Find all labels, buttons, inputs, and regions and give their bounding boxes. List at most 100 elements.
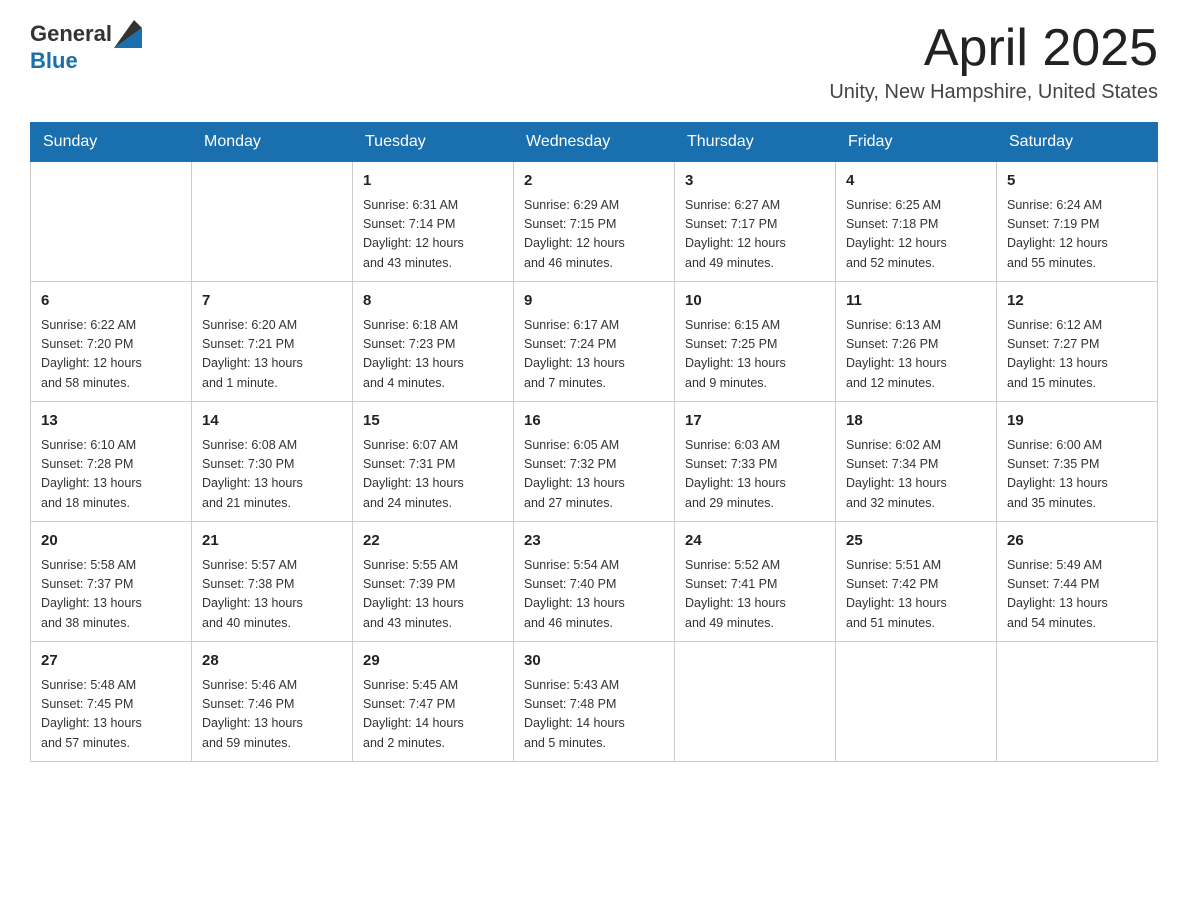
calendar-cell: 1 Sunrise: 6:31 AM Sunset: 7:14 PM Daylig… — [353, 162, 514, 282]
day-info: Sunrise: 5:51 AM Sunset: 7:42 PM Dayligh… — [846, 556, 986, 634]
calendar-cell: 8 Sunrise: 6:18 AM Sunset: 7:23 PM Daylig… — [353, 282, 514, 402]
day-info: Sunrise: 6:03 AM Sunset: 7:33 PM Dayligh… — [685, 436, 825, 514]
calendar-cell: 12 Sunrise: 6:12 AM Sunset: 7:27 PM Dayli… — [997, 282, 1158, 402]
calendar-cell: 24Sunrise: 5:52 AM Sunset: 7:41 PM Dayli… — [675, 522, 836, 642]
calendar-cell: 25 Sunrise: 5:51 AM Sunset: 7:42 PM Dayli… — [836, 522, 997, 642]
day-info: Sunrise: 5:49 AM Sunset: 7:44 PM Dayligh… — [1007, 556, 1147, 634]
calendar-cell: 19Sunrise: 6:00 AM Sunset: 7:35 PM Dayli… — [997, 402, 1158, 522]
calendar-cell — [31, 162, 192, 282]
day-info: Sunrise: 5:43 AM Sunset: 7:48 PM Dayligh… — [524, 676, 664, 754]
day-number: 23 — [524, 530, 664, 553]
day-info: Sunrise: 6:13 AM Sunset: 7:26 PM Dayligh… — [846, 316, 986, 394]
calendar-cell: 28 Sunrise: 5:46 AM Sunset: 7:46 PM Dayli… — [192, 642, 353, 762]
calendar-week-row: 13 Sunrise: 6:10 AM Sunset: 7:28 PM Dayli… — [31, 402, 1158, 522]
day-of-week-header: Saturday — [997, 123, 1158, 162]
day-of-week-header: Thursday — [675, 123, 836, 162]
month-year-title: April 2025 — [829, 20, 1158, 77]
day-info: Sunrise: 5:55 AM Sunset: 7:39 PM Dayligh… — [363, 556, 503, 634]
calendar-week-row: 6 Sunrise: 6:22 AM Sunset: 7:20 PM Daylig… — [31, 282, 1158, 402]
day-of-week-header: Monday — [192, 123, 353, 162]
calendar-cell: 3 Sunrise: 6:27 AM Sunset: 7:17 PM Daylig… — [675, 162, 836, 282]
day-number: 28 — [202, 650, 342, 673]
day-number: 9 — [524, 290, 664, 313]
calendar-week-row: 27 Sunrise: 5:48 AM Sunset: 7:45 PM Dayli… — [31, 642, 1158, 762]
day-number: 10 — [685, 290, 825, 313]
day-info: Sunrise: 5:57 AM Sunset: 7:38 PM Dayligh… — [202, 556, 342, 634]
page-header: General Blue April 2025 Unity, New Hamps… — [30, 20, 1158, 104]
calendar-cell — [192, 162, 353, 282]
logo-icon — [114, 20, 142, 48]
day-number: 30 — [524, 650, 664, 673]
calendar-cell: 15 Sunrise: 6:07 AM Sunset: 7:31 PM Dayli… — [353, 402, 514, 522]
day-number: 8 — [363, 290, 503, 313]
day-of-week-header: Sunday — [31, 123, 192, 162]
calendar-cell: 26 Sunrise: 5:49 AM Sunset: 7:44 PM Dayli… — [997, 522, 1158, 642]
day-number: 25 — [846, 530, 986, 553]
day-info: Sunrise: 6:07 AM Sunset: 7:31 PM Dayligh… — [363, 436, 503, 514]
day-number: 5 — [1007, 170, 1147, 193]
day-number: 7 — [202, 290, 342, 313]
logo-general-text: General — [30, 21, 112, 47]
day-info: Sunrise: 5:54 AM Sunset: 7:40 PM Dayligh… — [524, 556, 664, 634]
day-number: 16 — [524, 410, 664, 433]
calendar-cell: 6 Sunrise: 6:22 AM Sunset: 7:20 PM Daylig… — [31, 282, 192, 402]
calendar-table: SundayMondayTuesdayWednesdayThursdayFrid… — [30, 122, 1158, 762]
calendar-cell: 13 Sunrise: 6:10 AM Sunset: 7:28 PM Dayli… — [31, 402, 192, 522]
day-of-week-header: Wednesday — [514, 123, 675, 162]
title-block: April 2025 Unity, New Hampshire, United … — [829, 20, 1158, 104]
day-number: 29 — [363, 650, 503, 673]
calendar-cell: 23 Sunrise: 5:54 AM Sunset: 7:40 PM Dayli… — [514, 522, 675, 642]
day-info: Sunrise: 6:31 AM Sunset: 7:14 PM Dayligh… — [363, 196, 503, 274]
day-number: 1 — [363, 170, 503, 193]
day-info: Sunrise: 5:48 AM Sunset: 7:45 PM Dayligh… — [41, 676, 181, 754]
day-info: Sunrise: 6:20 AM Sunset: 7:21 PM Dayligh… — [202, 316, 342, 394]
day-info: Sunrise: 5:58 AM Sunset: 7:37 PM Dayligh… — [41, 556, 181, 634]
day-info: Sunrise: 6:22 AM Sunset: 7:20 PM Dayligh… — [41, 316, 181, 394]
calendar-header-row: SundayMondayTuesdayWednesdayThursdayFrid… — [31, 123, 1158, 162]
calendar-cell: 11 Sunrise: 6:13 AM Sunset: 7:26 PM Dayli… — [836, 282, 997, 402]
day-number: 2 — [524, 170, 664, 193]
calendar-cell: 18Sunrise: 6:02 AM Sunset: 7:34 PM Dayli… — [836, 402, 997, 522]
day-number: 12 — [1007, 290, 1147, 313]
day-info: Sunrise: 6:10 AM Sunset: 7:28 PM Dayligh… — [41, 436, 181, 514]
calendar-cell: 30 Sunrise: 5:43 AM Sunset: 7:48 PM Dayli… — [514, 642, 675, 762]
calendar-cell: 21Sunrise: 5:57 AM Sunset: 7:38 PM Dayli… — [192, 522, 353, 642]
calendar-cell: 10Sunrise: 6:15 AM Sunset: 7:25 PM Dayli… — [675, 282, 836, 402]
day-number: 20 — [41, 530, 181, 553]
day-of-week-header: Friday — [836, 123, 997, 162]
calendar-cell: 17 Sunrise: 6:03 AM Sunset: 7:33 PM Dayli… — [675, 402, 836, 522]
calendar-cell: 22Sunrise: 5:55 AM Sunset: 7:39 PM Dayli… — [353, 522, 514, 642]
day-info: Sunrise: 6:08 AM Sunset: 7:30 PM Dayligh… — [202, 436, 342, 514]
calendar-cell: 7 Sunrise: 6:20 AM Sunset: 7:21 PM Daylig… — [192, 282, 353, 402]
day-number: 27 — [41, 650, 181, 673]
day-number: 6 — [41, 290, 181, 313]
day-info: Sunrise: 5:45 AM Sunset: 7:47 PM Dayligh… — [363, 676, 503, 754]
day-info: Sunrise: 6:17 AM Sunset: 7:24 PM Dayligh… — [524, 316, 664, 394]
day-info: Sunrise: 6:18 AM Sunset: 7:23 PM Dayligh… — [363, 316, 503, 394]
day-info: Sunrise: 6:27 AM Sunset: 7:17 PM Dayligh… — [685, 196, 825, 274]
calendar-cell: 4Sunrise: 6:25 AM Sunset: 7:18 PM Daylig… — [836, 162, 997, 282]
calendar-cell: 29 Sunrise: 5:45 AM Sunset: 7:47 PM Dayli… — [353, 642, 514, 762]
day-info: Sunrise: 6:05 AM Sunset: 7:32 PM Dayligh… — [524, 436, 664, 514]
day-info: Sunrise: 6:12 AM Sunset: 7:27 PM Dayligh… — [1007, 316, 1147, 394]
day-number: 13 — [41, 410, 181, 433]
day-number: 14 — [202, 410, 342, 433]
day-number: 15 — [363, 410, 503, 433]
logo: General Blue — [30, 20, 142, 74]
calendar-cell — [675, 642, 836, 762]
day-info: Sunrise: 5:46 AM Sunset: 7:46 PM Dayligh… — [202, 676, 342, 754]
day-info: Sunrise: 6:24 AM Sunset: 7:19 PM Dayligh… — [1007, 196, 1147, 274]
day-info: Sunrise: 6:00 AM Sunset: 7:35 PM Dayligh… — [1007, 436, 1147, 514]
day-number: 17 — [685, 410, 825, 433]
day-number: 3 — [685, 170, 825, 193]
day-number: 11 — [846, 290, 986, 313]
calendar-cell: 2 Sunrise: 6:29 AM Sunset: 7:15 PM Daylig… — [514, 162, 675, 282]
day-info: Sunrise: 5:52 AM Sunset: 7:41 PM Dayligh… — [685, 556, 825, 634]
calendar-cell — [836, 642, 997, 762]
day-number: 4 — [846, 170, 986, 193]
location-subtitle: Unity, New Hampshire, United States — [829, 81, 1158, 104]
day-number: 26 — [1007, 530, 1147, 553]
day-info: Sunrise: 6:29 AM Sunset: 7:15 PM Dayligh… — [524, 196, 664, 274]
calendar-cell: 5 Sunrise: 6:24 AM Sunset: 7:19 PM Daylig… — [997, 162, 1158, 282]
day-number: 18 — [846, 410, 986, 433]
